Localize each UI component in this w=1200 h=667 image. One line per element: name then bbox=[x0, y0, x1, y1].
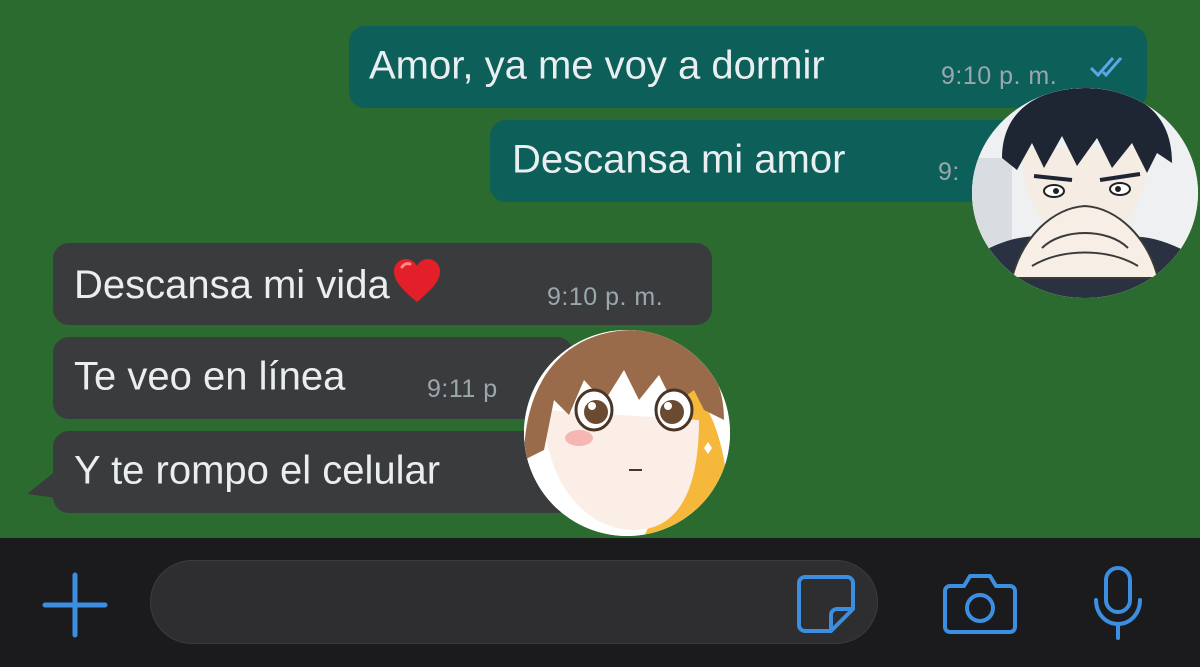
avatar-boy-sticker bbox=[972, 88, 1198, 298]
message-text: Descansa mi amor bbox=[512, 137, 846, 182]
bubble-tail bbox=[27, 470, 57, 498]
message-input-field[interactable] bbox=[150, 560, 878, 644]
message-bubble-incoming[interactable]: Y te rompo el celular bbox=[53, 431, 573, 513]
message-text: Y te rompo el celular bbox=[74, 448, 441, 493]
chat-area: Amor, ya me voy a dormir 9:10 p. m. Desc… bbox=[0, 0, 1200, 538]
message-time: 9:11 p bbox=[427, 375, 498, 403]
double-check-icon bbox=[1089, 54, 1129, 80]
message-bubble-incoming[interactable]: Te veo en línea 9:11 p bbox=[53, 337, 573, 419]
message-bubble-outgoing[interactable]: Amor, ya me voy a dormir 9:10 p. m. bbox=[349, 26, 1147, 108]
message-time: 9: bbox=[938, 158, 960, 186]
message-time: 9:10 p. m. bbox=[941, 62, 1058, 90]
message-text: Descansa mi vida bbox=[74, 263, 390, 307]
red-heart-icon bbox=[392, 258, 442, 304]
message-time: 9:10 p. m. bbox=[547, 283, 664, 311]
microphone-icon[interactable] bbox=[1088, 564, 1148, 644]
avatar-girl-sticker bbox=[524, 330, 730, 536]
message-bubble-incoming[interactable]: Descansa mi vida 9:10 p. m. bbox=[53, 243, 712, 325]
message-text: Te veo en línea bbox=[74, 354, 346, 399]
plus-icon[interactable] bbox=[40, 570, 110, 640]
sticker-icon[interactable] bbox=[795, 573, 857, 635]
message-text: Amor, ya me voy a dormir bbox=[369, 43, 825, 88]
camera-icon[interactable] bbox=[942, 570, 1018, 636]
message-input[interactable] bbox=[179, 579, 783, 627]
message-bubble-outgoing[interactable]: Descansa mi amor 9: bbox=[490, 120, 1050, 202]
message-text-wrapper: Descansa mi vida bbox=[74, 258, 442, 308]
